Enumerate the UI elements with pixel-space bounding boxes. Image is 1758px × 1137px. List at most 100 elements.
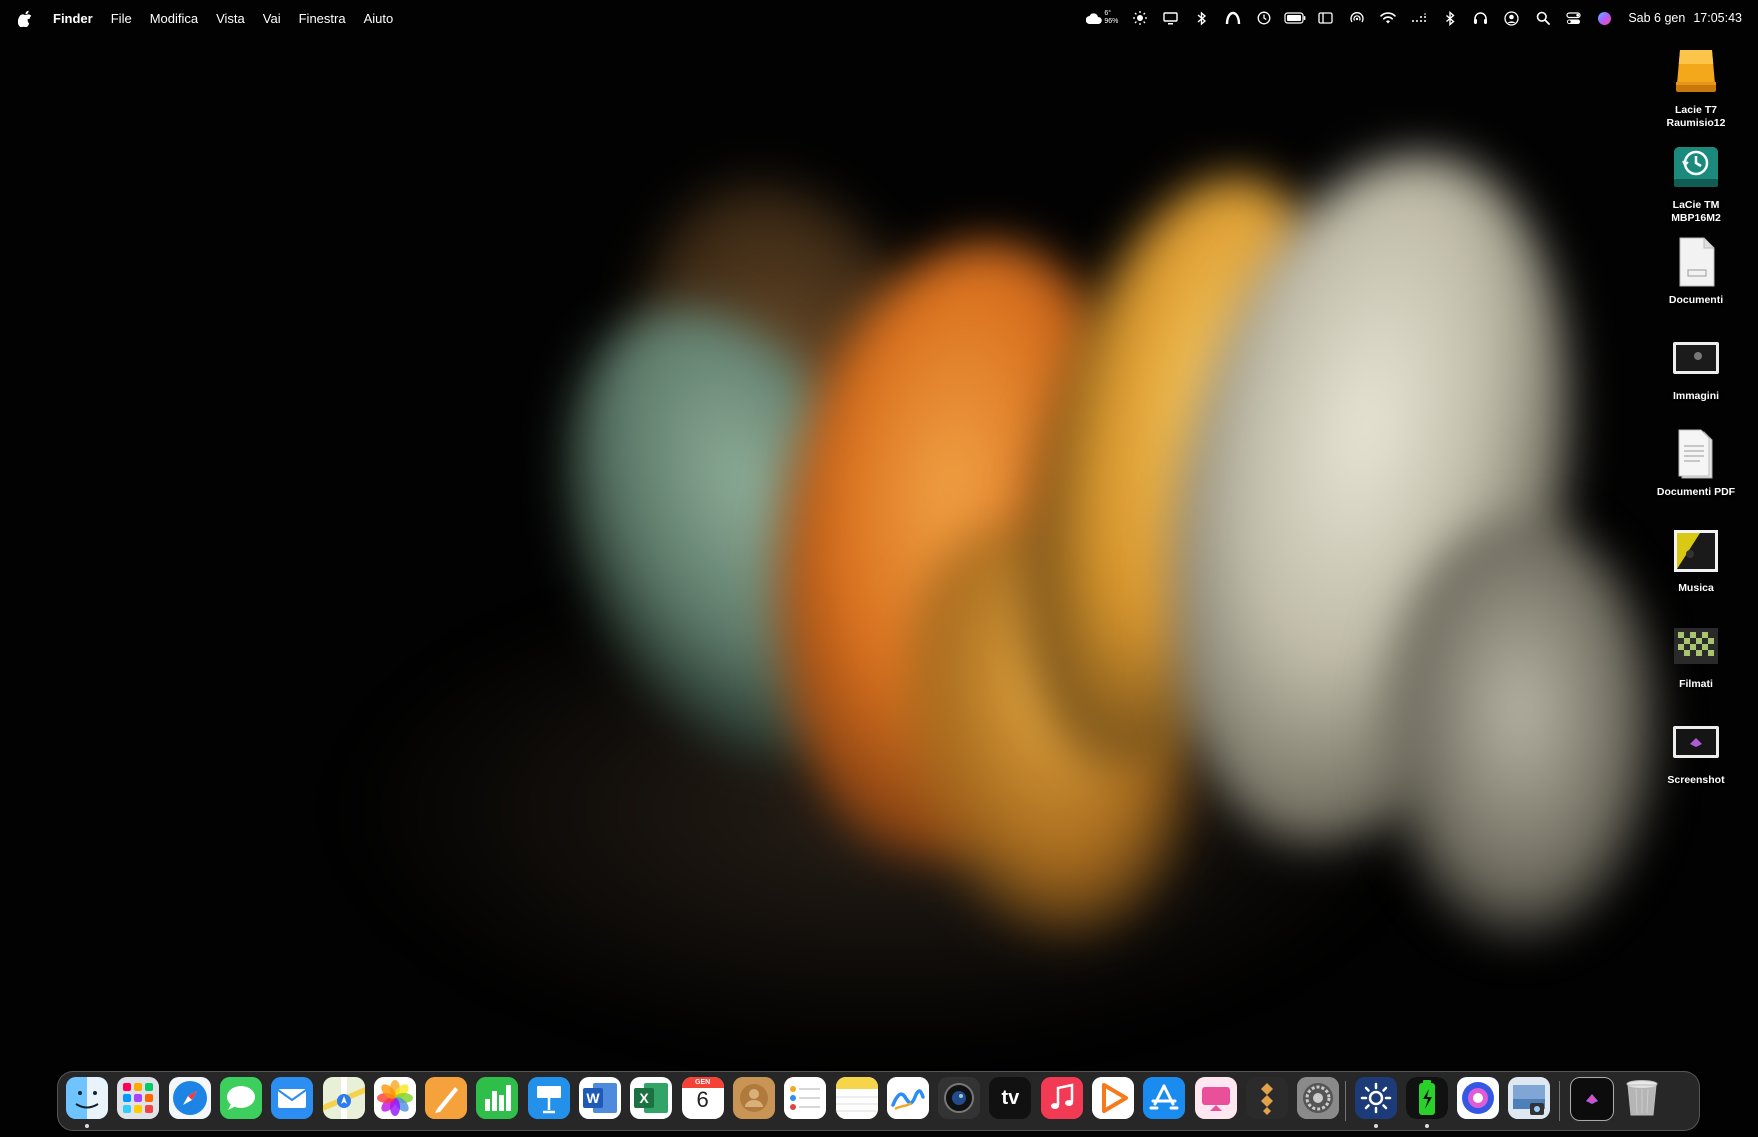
contacts-icon[interactable] [732,1077,775,1119]
document-icon [1668,234,1724,290]
sidebar-icon[interactable] [1310,0,1341,36]
appletv-label: tv [1001,1086,1020,1109]
wallpaper-cream-petal-2 [1380,520,1660,940]
dock-separator [1558,1081,1560,1121]
time-machine-drive-icon [1668,139,1724,195]
appstore-icon[interactable] [1143,1077,1186,1119]
battery-app-icon[interactable] [1405,1077,1448,1119]
numbers-icon[interactable] [476,1077,519,1119]
svg-text:X: X [640,1090,650,1106]
menu-vai[interactable]: Vai [254,11,290,26]
messages-icon[interactable] [219,1077,262,1119]
notes-icon[interactable] [835,1077,878,1119]
gemini-icon[interactable] [1194,1077,1237,1119]
photos-icon[interactable] [373,1077,416,1119]
menubar-time: 17:05:43 [1693,11,1742,25]
weather-status[interactable]: 6° 96% [1080,0,1124,36]
mail-icon[interactable] [271,1077,314,1119]
desktop-item-label: Screenshot [1667,774,1725,786]
launchpad-icon[interactable] [117,1077,160,1119]
running-indicator [1424,1124,1429,1128]
trash-icon[interactable] [1621,1077,1663,1119]
desktop-item-documenti[interactable]: Documenti [1634,234,1758,324]
calendar-icon[interactable]: GEN 6 [681,1077,724,1119]
search-icon[interactable] [1527,0,1558,36]
weather-temp: 6° [1104,10,1112,17]
dock-separator [1344,1081,1346,1121]
calendar-day: 6 [696,1087,709,1112]
menu-app-name[interactable]: Finder [44,11,102,26]
bluetooth-icon[interactable] [1434,0,1465,36]
desktop-item-label: Filmati [1679,678,1713,690]
desktop-item-label: Musica [1678,582,1714,594]
grapher-icon[interactable] [1457,1077,1500,1119]
camera-icon[interactable] [938,1077,981,1119]
desktop-item-filmati[interactable]: Filmati [1634,618,1758,708]
cloud-icon [1086,12,1103,24]
reminders-icon[interactable] [784,1077,827,1119]
desktop-item-label: Documenti PDF [1656,486,1736,498]
excel-icon[interactable]: X [630,1077,673,1119]
desktop-item-lacie-t7[interactable]: Lacie T7 Raumisio12 [1634,44,1758,134]
brightness-app-icon[interactable] [1354,1077,1397,1119]
desktop-item-immagini[interactable]: Immagini [1634,330,1758,420]
status-menu-area: 6° 96% Sab 6 gen 17:05:43 [1080,0,1742,36]
dots-icon[interactable] [1403,0,1434,36]
images-folder-icon [1668,330,1724,386]
menu-aiuto[interactable]: Aiuto [355,11,403,26]
system-settings-icon[interactable] [1297,1077,1340,1119]
running-indicator [1373,1124,1378,1128]
brightness-icon[interactable] [1124,0,1155,36]
desktop-item-lacie-tm[interactable]: LaCie TM MBP16M2 [1634,139,1758,229]
wifi-icon[interactable] [1372,0,1403,36]
maps-icon[interactable] [322,1077,365,1119]
music-folder-icon [1668,522,1724,578]
siri-icon[interactable] [1589,0,1620,36]
bluetooth-alt-icon[interactable] [1186,0,1217,36]
desktop-wallpaper [0,0,1758,1137]
apple-logo-icon[interactable] [18,9,34,27]
menu-vista[interactable]: Vista [207,11,254,26]
arc-icon[interactable] [1217,0,1248,36]
airdrop-icon[interactable] [1341,0,1372,36]
desktop-item-label-2: MBP16M2 [1671,212,1721,224]
music-icon[interactable] [1040,1077,1083,1119]
preview-icon[interactable] [1508,1077,1551,1119]
svg-text:W: W [586,1090,600,1106]
menu-bar: Finder File Modifica Vista Vai Finestra … [0,0,1758,36]
word-icon[interactable]: W [579,1077,621,1119]
menu-modifica[interactable]: Modifica [141,11,207,26]
desktop-item-label: Immagini [1672,390,1720,402]
appletv-icon[interactable]: tv [989,1077,1032,1119]
running-indicator [85,1124,89,1128]
screenshot-folder-icon [1668,714,1724,770]
headphones-icon[interactable] [1465,0,1496,36]
pdf-document-icon [1668,426,1724,482]
infuse-icon[interactable] [1092,1077,1134,1119]
menu-finestra[interactable]: Finestra [290,11,355,26]
control-center-icon[interactable] [1558,0,1589,36]
external-drive-icon [1668,44,1724,100]
keynote-icon[interactable] [527,1077,570,1119]
freeform-icon[interactable] [886,1077,929,1119]
desktop-item-documenti-pdf[interactable]: Documenti PDF [1634,426,1758,516]
menubar-date: Sab 6 gen [1628,11,1686,25]
screenshot-stack-icon[interactable] [1569,1077,1614,1121]
pages-icon[interactable] [425,1077,468,1119]
menu-file[interactable]: File [102,11,141,26]
battery-icon[interactable] [1279,0,1310,36]
display-icon[interactable] [1155,0,1186,36]
desktop-item-label: LaCie TM [1672,199,1720,211]
desktop-item-label: Documenti [1668,294,1724,306]
clock-icon[interactable] [1248,0,1279,36]
desktop-item-screenshot[interactable]: Screenshot [1634,714,1758,804]
safari-icon[interactable] [168,1077,211,1119]
user-icon[interactable] [1496,0,1527,36]
desktop-item-label-2: Raumisio12 [1666,117,1726,129]
desktop-item-musica[interactable]: Musica [1634,522,1758,612]
weather-humidity: 96% [1104,18,1119,25]
movies-folder-icon [1668,618,1724,674]
frame-app-icon[interactable] [1245,1077,1288,1119]
menubar-clock[interactable]: Sab 6 gen 17:05:43 [1628,11,1742,25]
finder-icon[interactable] [66,1077,108,1119]
